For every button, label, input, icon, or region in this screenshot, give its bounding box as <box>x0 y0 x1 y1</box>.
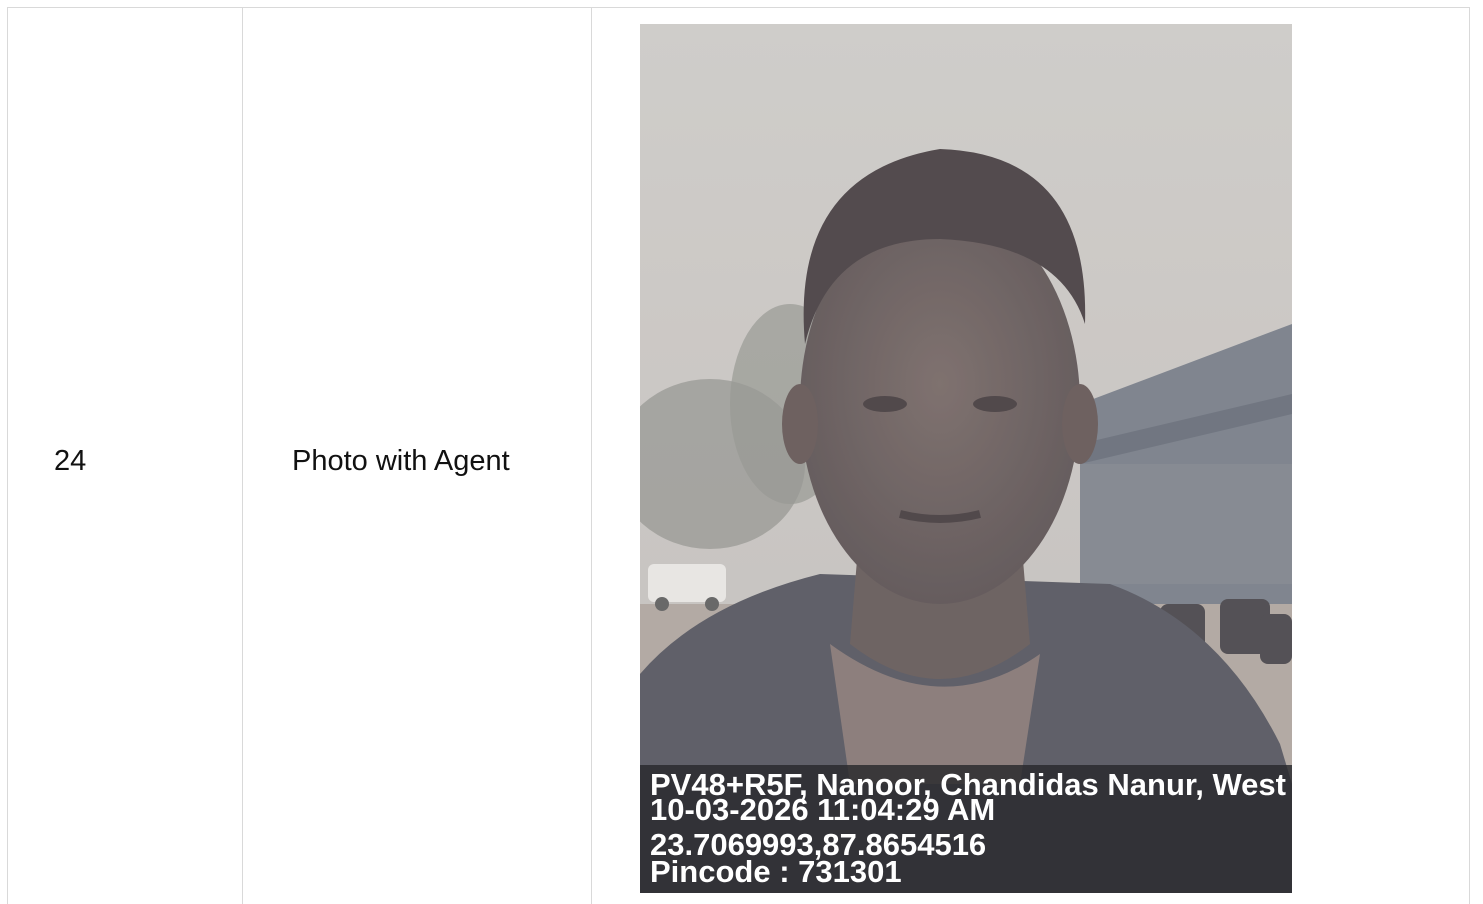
photo-cell: PV48+R5F, Nanoor, Chandidas Nanur, West … <box>592 8 1469 904</box>
record-table: 24 Photo with Agent PV48+R5F, Nanoor, Ch… <box>7 7 1470 904</box>
overlay-pincode: Pincode : 731301 <box>650 854 902 889</box>
agent-photo: PV48+R5F, Nanoor, Chandidas Nanur, West … <box>640 24 1292 893</box>
row-label: Photo with Agent <box>292 445 510 477</box>
row-number-cell: 24 <box>8 8 243 904</box>
person-selfie-photo-icon <box>640 24 1292 893</box>
row-number: 24 <box>54 445 87 477</box>
geotag-overlay: PV48+R5F, Nanoor, Chandidas Nanur, West … <box>640 765 1292 893</box>
overlay-datetime: 10-03-2026 11:04:29 AM <box>650 792 996 827</box>
row-label-cell: Photo with Agent <box>243 8 592 904</box>
